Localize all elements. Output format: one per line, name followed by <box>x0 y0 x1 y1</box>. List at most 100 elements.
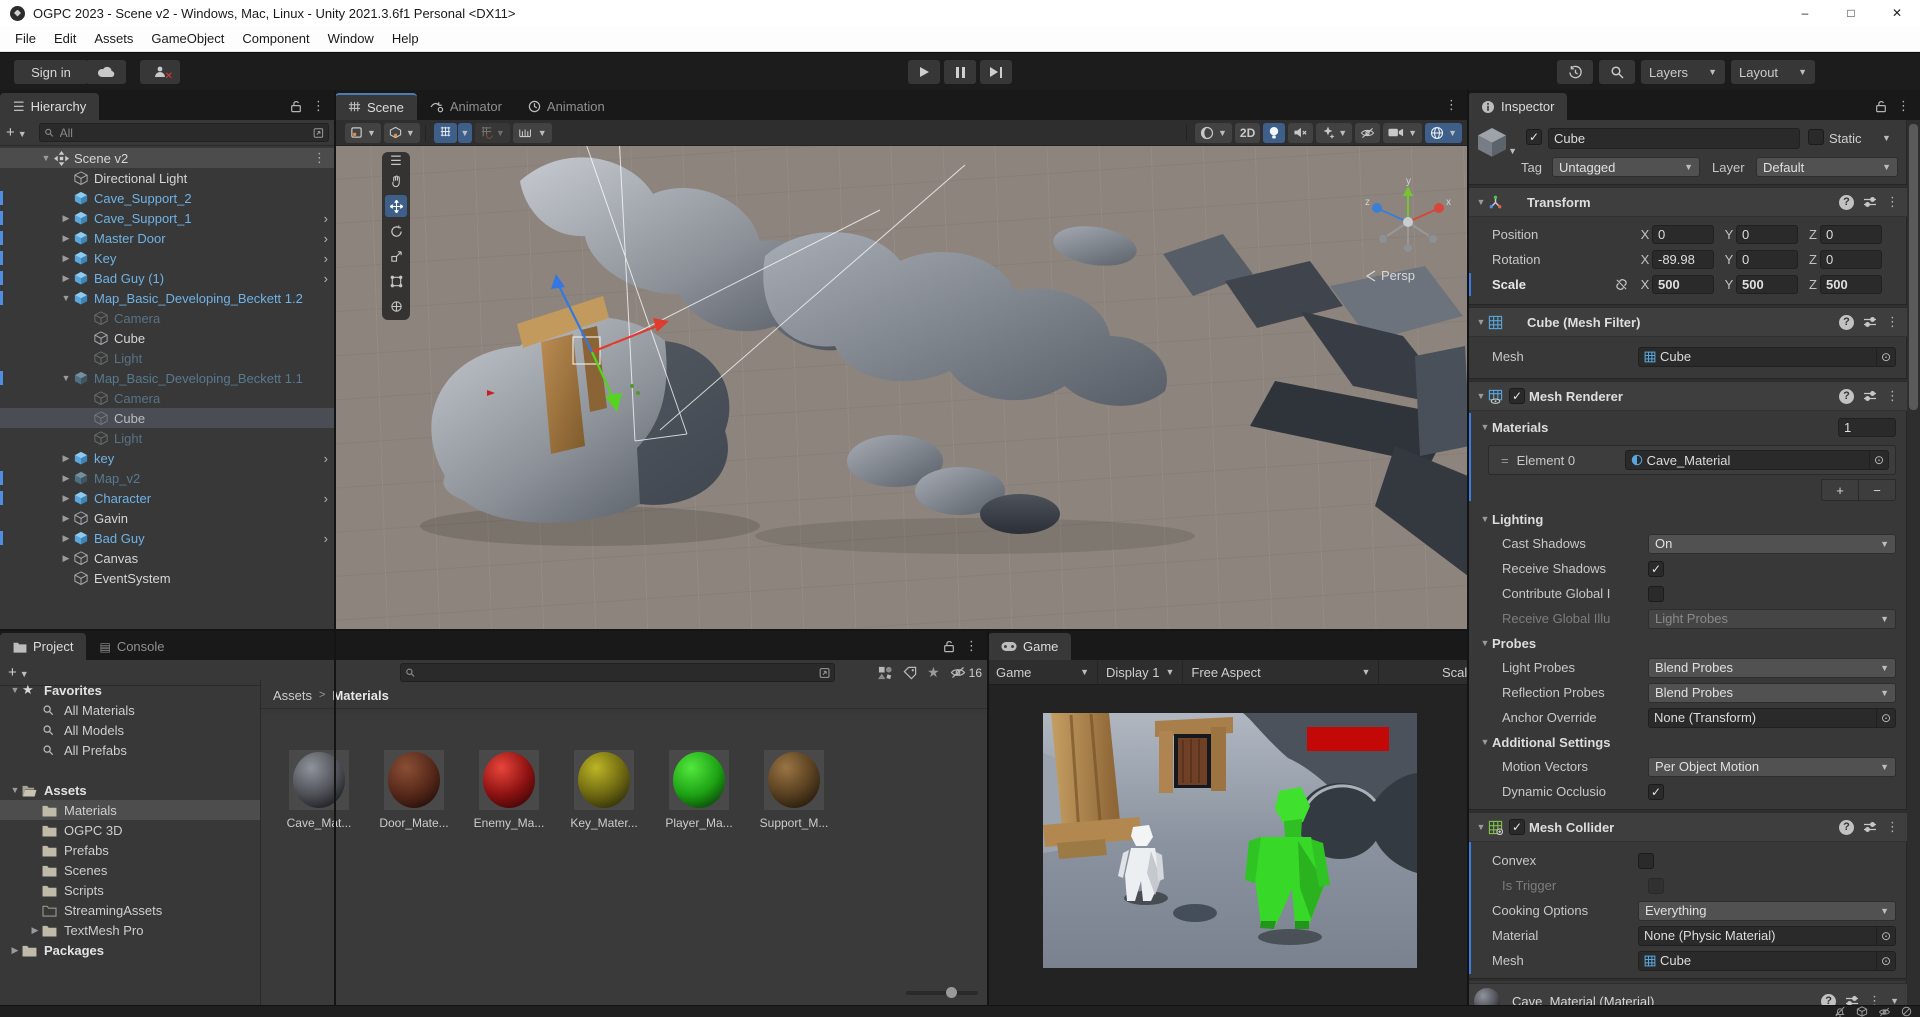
expand-arrow[interactable]: ▶ <box>58 513 74 524</box>
tab-project[interactable]: Project <box>0 633 86 660</box>
create-add-caret[interactable]: ▼ <box>18 129 27 139</box>
materials-foldout[interactable]: ▼ Materials <box>1468 415 1907 439</box>
grid-visibility-caret[interactable]: ▼ <box>458 123 472 143</box>
cast-shadows-dropdown[interactable]: On▼ <box>1648 534 1896 554</box>
motion-vectors-dropdown[interactable]: Per Object Motion▼ <box>1648 757 1896 777</box>
component-menu-icon[interactable]: ⋮ <box>1886 819 1899 835</box>
add-material-button[interactable]: + <box>1822 480 1858 500</box>
inspector-menu-icon[interactable]: ⋮ <box>1897 98 1910 114</box>
grid-visibility-button[interactable] <box>434 123 457 143</box>
light-probes-dropdown[interactable]: Blend Probes▼ <box>1648 658 1896 678</box>
help-icon[interactable]: ? <box>1839 195 1854 210</box>
material-expand-caret[interactable]: ▼ <box>1890 996 1899 1005</box>
expand-arrow[interactable]: ▼ <box>58 373 74 383</box>
package-icon[interactable] <box>1856 1006 1868 1017</box>
game-view-dropdown[interactable]: Game▼ <box>988 660 1098 685</box>
expand-arrow[interactable]: ▶ <box>58 253 74 264</box>
material-asset-tile[interactable]: Player_Ma... <box>661 750 737 830</box>
project-menu-icon[interactable]: ⋮ <box>965 638 978 654</box>
dynamic-occlusion-checkbox[interactable]: ✓ <box>1648 784 1664 800</box>
project-tree-item[interactable]: Scripts <box>0 880 260 900</box>
hierarchy-item[interactable]: ▼Scene v2⋮ <box>0 148 335 168</box>
tab-console[interactable]: ▤ Console <box>86 633 177 660</box>
help-icon[interactable]: ? <box>1839 315 1854 330</box>
transform-tool[interactable] <box>385 295 407 317</box>
tab-animator[interactable]: Animator <box>417 93 515 120</box>
menu-assets[interactable]: Assets <box>85 31 142 46</box>
material-element-row[interactable]: = Element 0 Cave_Material ⊙ <box>1488 445 1896 475</box>
material-asset-tile[interactable]: Key_Mater... <box>566 750 642 830</box>
position-x-field[interactable] <box>1652 225 1714 244</box>
asset-bundle-icon[interactable] <box>878 665 893 680</box>
scene-lighting-button[interactable] <box>1263 123 1285 143</box>
lock-icon[interactable] <box>1875 100 1887 113</box>
hierarchy-item[interactable]: ▶Key› <box>0 248 335 268</box>
menu-help[interactable]: Help <box>383 31 428 46</box>
hierarchy-item[interactable]: ▶Canvas <box>0 548 335 568</box>
display-dropdown[interactable]: Display 1▼ <box>1098 660 1183 685</box>
expand-arrow[interactable]: ▼ <box>58 293 74 303</box>
presets-icon[interactable] <box>1863 821 1877 833</box>
object-picker-icon[interactable]: ⊙ <box>1876 952 1895 970</box>
aspect-dropdown[interactable]: Free Aspect▼ <box>1183 660 1379 685</box>
physic-material-field[interactable]: None (Physic Material)⊙ <box>1638 926 1896 946</box>
hierarchy-item[interactable]: ▶Map_v2 <box>0 468 335 488</box>
material-asset-tile[interactable]: Door_Mate... <box>376 750 452 830</box>
component-menu-icon[interactable]: ⋮ <box>1886 194 1899 210</box>
snap-increment-button[interactable]: ▼ <box>475 123 510 143</box>
expand-arrow[interactable]: ▶ <box>58 273 74 284</box>
view-hand-tool[interactable] <box>385 170 407 192</box>
hierarchy-item[interactable]: Camera <box>0 308 335 328</box>
blocked-icon[interactable] <box>1901 1006 1912 1017</box>
hierarchy-item[interactable]: Light <box>0 348 335 368</box>
project-tree-item[interactable]: ▶TextMesh Pro <box>0 920 260 940</box>
hierarchy-item[interactable]: EventSystem <box>0 568 335 588</box>
hierarchy-item[interactable]: Camera <box>0 388 335 408</box>
tab-animation[interactable]: Animation <box>515 93 618 120</box>
rotation-y-field[interactable] <box>1736 250 1798 269</box>
inspector-scrollbar[interactable] <box>1906 120 1920 1005</box>
materials-count-field[interactable] <box>1838 418 1896 437</box>
expand-arrow[interactable]: ▶ <box>58 493 74 504</box>
object-picker-icon[interactable]: ⊙ <box>1876 348 1895 366</box>
project-tree-item[interactable]: OGPC 3D <box>0 820 260 840</box>
hier-search[interactable] <box>39 123 329 142</box>
item-menu-icon[interactable]: ⋮ <box>313 150 335 166</box>
expand-arrow[interactable]: ▶ <box>28 925 42 936</box>
probes-foldout[interactable]: ▼Probes <box>1468 631 1907 655</box>
hierarchy-item[interactable]: ▶key› <box>0 448 335 468</box>
draw-mode-button[interactable]: ▼ <box>1195 123 1232 143</box>
presets-icon[interactable] <box>1863 316 1877 328</box>
snap-settings-button[interactable]: ▼ <box>513 123 552 143</box>
component-enabled-checkbox[interactable]: ✓ <box>1509 388 1525 404</box>
scale-y-field[interactable] <box>1736 275 1798 294</box>
tab-hierarchy[interactable]: ☰ Hierarchy <box>0 93 99 120</box>
project-tree-item[interactable]: StreamingAssets <box>0 900 260 920</box>
menu-file[interactable]: File <box>6 31 45 46</box>
divider[interactable] <box>1467 90 1469 1005</box>
hierarchy-item[interactable]: ▶Character› <box>0 488 335 508</box>
project-search-input[interactable] <box>419 665 819 681</box>
tools-drag-handle[interactable]: ☰ <box>385 155 407 167</box>
project-search[interactable] <box>400 663 835 682</box>
mesh-object-field[interactable]: Cube ⊙ <box>1638 347 1896 367</box>
layer-dropdown[interactable]: Default▼ <box>1756 157 1898 177</box>
expand-arrow[interactable]: ▼ <box>8 685 22 695</box>
material-asset-tile[interactable]: Cave_Mat... <box>281 750 357 830</box>
project-tree-item[interactable]: ▶Packages <box>0 940 260 960</box>
layers-dropdown[interactable]: Layers▼ <box>1641 60 1725 84</box>
notifications-muted-icon[interactable] <box>1834 1006 1846 1017</box>
expand-arrow[interactable]: ▶ <box>58 233 74 244</box>
component-menu-icon[interactable]: ⋮ <box>1886 388 1899 404</box>
menu-component[interactable]: Component <box>233 31 318 46</box>
scene-menu-icon[interactable]: ⋮ <box>1445 97 1458 113</box>
layout-dropdown[interactable]: Layout▼ <box>1731 60 1815 84</box>
object-picker-icon[interactable]: ⊙ <box>1869 451 1888 469</box>
hierarchy-item[interactable]: Directional Light <box>0 168 335 188</box>
help-icon[interactable]: ? <box>1839 389 1854 404</box>
presets-icon[interactable] <box>1845 995 1859 1005</box>
menu-window[interactable]: Window <box>319 31 383 46</box>
anchor-override-field[interactable]: None (Transform)⊙ <box>1648 708 1896 728</box>
component-menu-icon[interactable]: ⋮ <box>1868 993 1881 1005</box>
collab-button[interactable]: ✕ <box>140 60 180 84</box>
